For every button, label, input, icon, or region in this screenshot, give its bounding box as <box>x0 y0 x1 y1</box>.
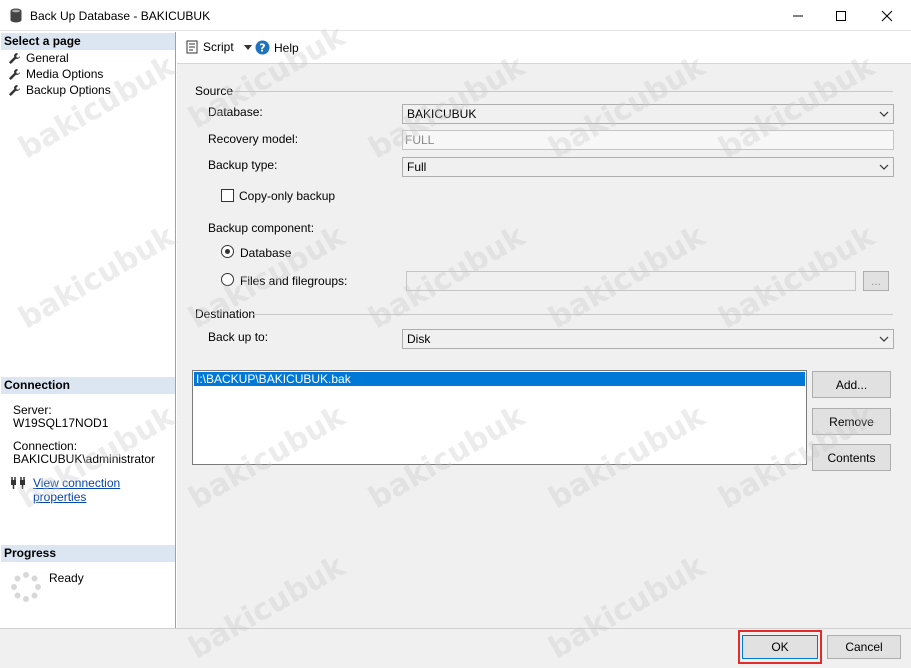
wrench-icon <box>9 52 20 64</box>
database-combo[interactable]: BAKICUBUK <box>402 104 894 124</box>
maximize-button[interactable] <box>818 0 864 31</box>
left-pane: Select a page General Media Options Back… <box>0 32 176 628</box>
progress-header: Progress <box>1 545 175 562</box>
recovery-model-value: FULL <box>405 133 435 147</box>
component-database-radio[interactable] <box>221 245 234 258</box>
browse-filegroups-button[interactable]: ... <box>863 271 889 291</box>
backup-type-value: Full <box>407 160 427 174</box>
recovery-model-label: Recovery model: <box>208 132 299 146</box>
title-bar: Back Up Database - BAKICUBUK <box>0 0 911 31</box>
page-media-options[interactable]: Media Options <box>8 66 103 82</box>
select-page-header: Select a page <box>1 33 175 50</box>
page-backup-options[interactable]: Backup Options <box>8 82 111 98</box>
cancel-button[interactable]: Cancel <box>827 635 901 659</box>
list-item[interactable]: I:\BACKUP\BAKICUBUK.bak <box>194 372 805 386</box>
help-button[interactable]: ? Help <box>255 40 299 55</box>
component-database-label: Database <box>240 246 292 260</box>
remove-button[interactable]: Remove <box>812 408 891 435</box>
wrench-icon <box>9 68 20 80</box>
database-label: Database: <box>208 105 263 119</box>
contents-button[interactable]: Contents <box>812 444 891 471</box>
copy-only-checkbox[interactable] <box>221 189 234 202</box>
script-icon <box>186 40 198 54</box>
server-label: Server: <box>13 403 52 417</box>
backup-type-combo[interactable]: Full <box>402 157 894 177</box>
database-icon <box>10 8 22 23</box>
component-files-label: Files and filegroups: <box>240 274 348 288</box>
add-button[interactable]: Add... <box>812 371 891 398</box>
source-group-label: Source <box>195 84 234 98</box>
help-label: Help <box>274 40 299 55</box>
progress-status: Ready <box>49 571 84 585</box>
page-backup-options-label: Backup Options <box>26 83 111 97</box>
page-media-options-label: Media Options <box>26 67 104 81</box>
copy-only-label: Copy-only backup <box>239 189 336 203</box>
svg-text:?: ? <box>259 42 265 55</box>
script-label: Script <box>203 40 234 54</box>
backup-component-label: Backup component: <box>208 221 315 235</box>
back-up-to-combo[interactable]: Disk <box>402 329 894 349</box>
component-files-radio[interactable] <box>221 273 234 286</box>
page-general[interactable]: General <box>8 50 69 66</box>
chevron-down-icon <box>879 111 889 117</box>
recovery-model-field: FULL <box>402 130 894 150</box>
minimize-icon <box>793 15 803 16</box>
dropdown-arrow-icon <box>243 44 252 50</box>
toolbar: Script ? Help <box>177 32 911 64</box>
connection-plug-icon <box>11 477 25 489</box>
minimize-button[interactable] <box>775 0 821 31</box>
filegroups-field <box>406 271 856 291</box>
back-up-to-value: Disk <box>407 332 431 346</box>
ok-highlight-frame <box>738 630 822 664</box>
window-title: Back Up Database - BAKICUBUK <box>30 9 211 23</box>
backup-type-label: Backup type: <box>208 158 278 172</box>
close-button[interactable] <box>864 0 910 31</box>
view-connection-properties-link[interactable]: View connection properties <box>33 476 175 504</box>
connection-value: BAKICUBUK\administrator <box>13 452 156 466</box>
maximize-icon <box>836 10 846 21</box>
database-value: BAKICUBUK <box>407 107 477 121</box>
script-button[interactable]: Script <box>185 40 252 54</box>
destination-divider <box>253 314 893 315</box>
page-general-label: General <box>26 51 69 65</box>
destination-group-label: Destination <box>195 307 256 321</box>
source-divider <box>233 91 893 92</box>
wrench-icon <box>9 84 20 96</box>
connection-label: Connection: <box>13 439 78 453</box>
chevron-down-icon <box>879 164 889 170</box>
server-value: W19SQL17NOD1 <box>13 416 109 430</box>
progress-spinner-icon <box>11 572 41 602</box>
backup-files-list[interactable]: I:\BACKUP\BAKICUBUK.bak <box>192 370 807 465</box>
main-pane: Script ? Help Source Database: BAKICUBUK… <box>177 32 911 628</box>
back-up-to-label: Back up to: <box>208 330 269 344</box>
connection-header: Connection <box>1 377 175 394</box>
close-icon <box>881 10 893 21</box>
help-icon: ? <box>255 40 270 55</box>
chevron-down-icon <box>879 336 889 342</box>
